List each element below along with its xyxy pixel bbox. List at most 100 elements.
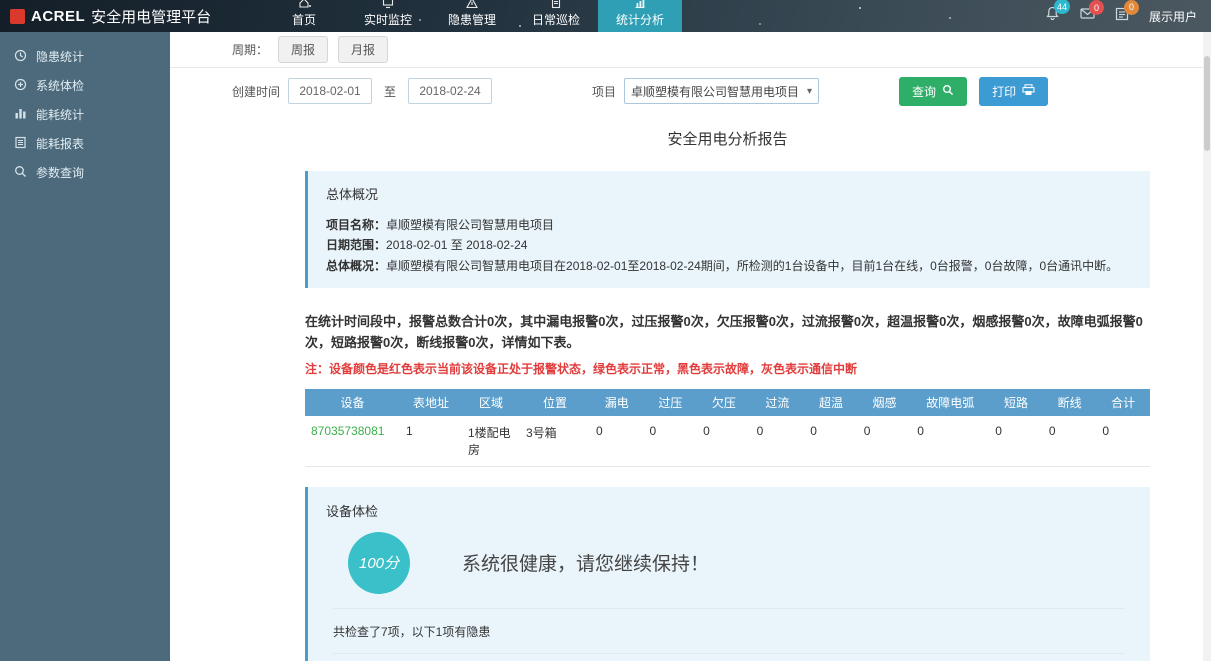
print-button[interactable]: 打印 — [979, 77, 1048, 106]
sidebar-item-param-query[interactable]: 参数查询 — [0, 158, 170, 187]
alarm-table-head: 设备 表地址 区域 位置 漏电 过压 欠压 过流 超温 烟感 故障电弧 短路 — [305, 389, 1150, 416]
project-name-line: 项目名称：卓顺塑模有限公司智慧用电项目 — [326, 215, 1132, 235]
brand: ACREL 安全用电管理平台 — [0, 0, 262, 32]
health-score-row: 100分 系统很健康，请您继续保持！ — [308, 532, 1150, 594]
device-health-panel: 设备体检 100分 系统很健康，请您继续保持！ 共检查了7项，以下1项有隐患 V… — [305, 487, 1150, 661]
document-icon — [14, 136, 27, 152]
nav-label: 统计分析 — [616, 11, 664, 28]
check-summary: 共检查了7项，以下1项有隐患 — [308, 609, 1150, 653]
monthly-report-button[interactable]: 月报 — [338, 36, 388, 63]
create-time-label: 创建时间 — [232, 83, 280, 100]
period-label: 周期： — [232, 41, 268, 58]
chevron-down-icon: ▾ — [807, 86, 812, 97]
nav-label: 首页 — [292, 11, 316, 28]
main-content: 周期： 周报 月报 创建时间 至 项目 卓顺塑模有限公司智慧用电项目 ▾ 查询 — [170, 32, 1211, 661]
sidebar-item-label: 系统体检 — [36, 77, 84, 94]
report-area: 安全用电分析报告 总体概况 项目名称：卓顺塑模有限公司智慧用电项目 日期范围：2… — [305, 114, 1150, 661]
table-cell: 3号箱 — [520, 416, 590, 467]
col-header: 过压 — [644, 389, 698, 416]
date-from-input[interactable] — [288, 78, 372, 104]
printer-icon — [1022, 84, 1035, 99]
sidebar-item-label: 隐患统计 — [36, 48, 84, 65]
nav-item-realtime-monitor[interactable]: 实时监控 — [346, 0, 430, 32]
project-name-value: 卓顺塑模有限公司智慧用电项目 — [386, 218, 554, 232]
history-clock-icon — [14, 49, 27, 65]
nav-label: 实时监控 — [364, 11, 412, 28]
sidebar-item-label: 能耗统计 — [36, 106, 84, 123]
color-legend-note: 注：设备颜色是红色表示当前该设备正处于报警状态，绿色表示正常，黑色表示故障，灰色… — [305, 360, 1150, 377]
alert-triangle-icon — [466, 0, 478, 9]
health-score-badge: 100分 — [348, 532, 410, 594]
overview-panel: 总体概况 项目名称：卓顺塑模有限公司智慧用电项目 日期范围：2018-02-01… — [305, 171, 1150, 288]
health-message: 系统很健康，请您继续保持！ — [462, 549, 709, 576]
sidebar: 隐患统计 系统体检 能耗统计 能耗报表 参数查询 — [0, 32, 170, 661]
period-filter-bar: 周期： 周报 月报 — [170, 32, 1211, 68]
monitor-icon — [382, 0, 394, 9]
project-select[interactable]: 卓顺塑模有限公司智慧用电项目 ▾ — [624, 78, 819, 104]
table-cell: 0 — [1043, 416, 1097, 467]
sidebar-item-system-check[interactable]: 系统体检 — [0, 71, 170, 100]
col-header: 表地址 — [400, 389, 462, 416]
acrel-logo-icon — [10, 9, 25, 24]
device-link[interactable]: 87035738081 — [311, 424, 384, 438]
alarm-stats-paragraph: 在统计时间段中，报警总数合计0次，其中漏电报警0次，过压报警0次，欠压报警0次，… — [305, 312, 1150, 354]
health-indicator-row: V A S — [308, 654, 1150, 661]
project-selected-value: 卓顺塑模有限公司智慧用电项目 — [631, 83, 803, 100]
table-cell: 0 — [590, 416, 644, 467]
project-name-label: 项目名称： — [326, 218, 386, 232]
table-cell: 0 — [911, 416, 989, 467]
table-cell: 0 — [1096, 416, 1150, 467]
summary-line: 总体概况：卓顺塑模有限公司智慧用电项目在2018-02-01至2018-02-2… — [326, 256, 1132, 276]
nav-item-statistics-analysis[interactable]: 统计分析 — [598, 0, 682, 32]
query-button[interactable]: 查询 — [899, 77, 967, 106]
to-label: 至 — [384, 83, 396, 100]
messages-button[interactable]: 0 — [1080, 7, 1095, 25]
weekly-report-button[interactable]: 周报 — [278, 36, 328, 63]
notifications-button[interactable]: 44 — [1045, 6, 1060, 26]
query-filter-bar: 创建时间 至 项目 卓顺塑模有限公司智慧用电项目 ▾ 查询 打印 — [170, 68, 1211, 114]
sidebar-item-energy-stats[interactable]: 能耗统计 — [0, 100, 170, 129]
nav-label: 隐患管理 — [448, 11, 496, 28]
table-row: 87035738081 1 1楼配电房 3号箱 0 0 0 0 0 0 0 0 — [305, 416, 1150, 467]
table-cell: 1 — [400, 416, 462, 467]
col-header: 故障电弧 — [911, 389, 989, 416]
print-button-label: 打印 — [992, 83, 1016, 100]
nav-item-hazard-management[interactable]: 隐患管理 — [430, 0, 514, 32]
nav-label: 日常巡检 — [532, 11, 580, 28]
col-header: 欠压 — [697, 389, 751, 416]
date-to-input[interactable] — [408, 78, 492, 104]
sidebar-item-label: 能耗报表 — [36, 135, 84, 152]
table-cell: 0 — [697, 416, 751, 467]
col-header: 位置 — [520, 389, 590, 416]
query-button-label: 查询 — [912, 83, 936, 100]
col-header: 设备 — [305, 389, 400, 416]
user-menu[interactable]: 展示用户 — [1149, 8, 1197, 25]
top-navbar: ACREL 安全用电管理平台 首页 实时监控 隐患管理 日常巡检 统计分 — [0, 0, 1211, 32]
sidebar-item-label: 参数查询 — [36, 164, 84, 181]
date-range-line: 日期范围：2018-02-01 至 2018-02-24 — [326, 235, 1132, 255]
nav-item-daily-inspection[interactable]: 日常巡检 — [514, 0, 598, 32]
col-header: 超温 — [804, 389, 858, 416]
messages-badge: 0 — [1089, 0, 1104, 15]
vertical-scrollbar[interactable] — [1203, 32, 1211, 661]
overview-heading: 总体概况 — [326, 184, 1132, 203]
table-cell: 0 — [989, 416, 1043, 467]
col-header: 短路 — [989, 389, 1043, 416]
summary-label: 总体概况： — [326, 259, 386, 273]
table-cell: 0 — [751, 416, 805, 467]
health-heading: 设备体检 — [308, 501, 1150, 520]
app-title: 安全用电管理平台 — [91, 6, 211, 27]
tasks-button[interactable]: 0 — [1115, 7, 1129, 26]
clipboard-icon — [550, 0, 562, 9]
nav-item-home[interactable]: 首页 — [262, 0, 346, 32]
col-header: 烟感 — [858, 389, 912, 416]
chart-icon — [634, 0, 646, 9]
main-nav: 首页 实时监控 隐患管理 日常巡检 统计分析 — [262, 0, 682, 32]
sidebar-item-hazard-stats[interactable]: 隐患统计 — [0, 42, 170, 71]
date-range-value: 2018-02-01 至 2018-02-24 — [386, 238, 527, 252]
notifications-badge: 44 — [1054, 0, 1070, 14]
scrollbar-thumb[interactable] — [1204, 56, 1210, 151]
plus-circle-icon — [14, 78, 27, 94]
navbar-right: 44 0 0 展示用户 — [1045, 0, 1211, 32]
sidebar-item-energy-report[interactable]: 能耗报表 — [0, 129, 170, 158]
